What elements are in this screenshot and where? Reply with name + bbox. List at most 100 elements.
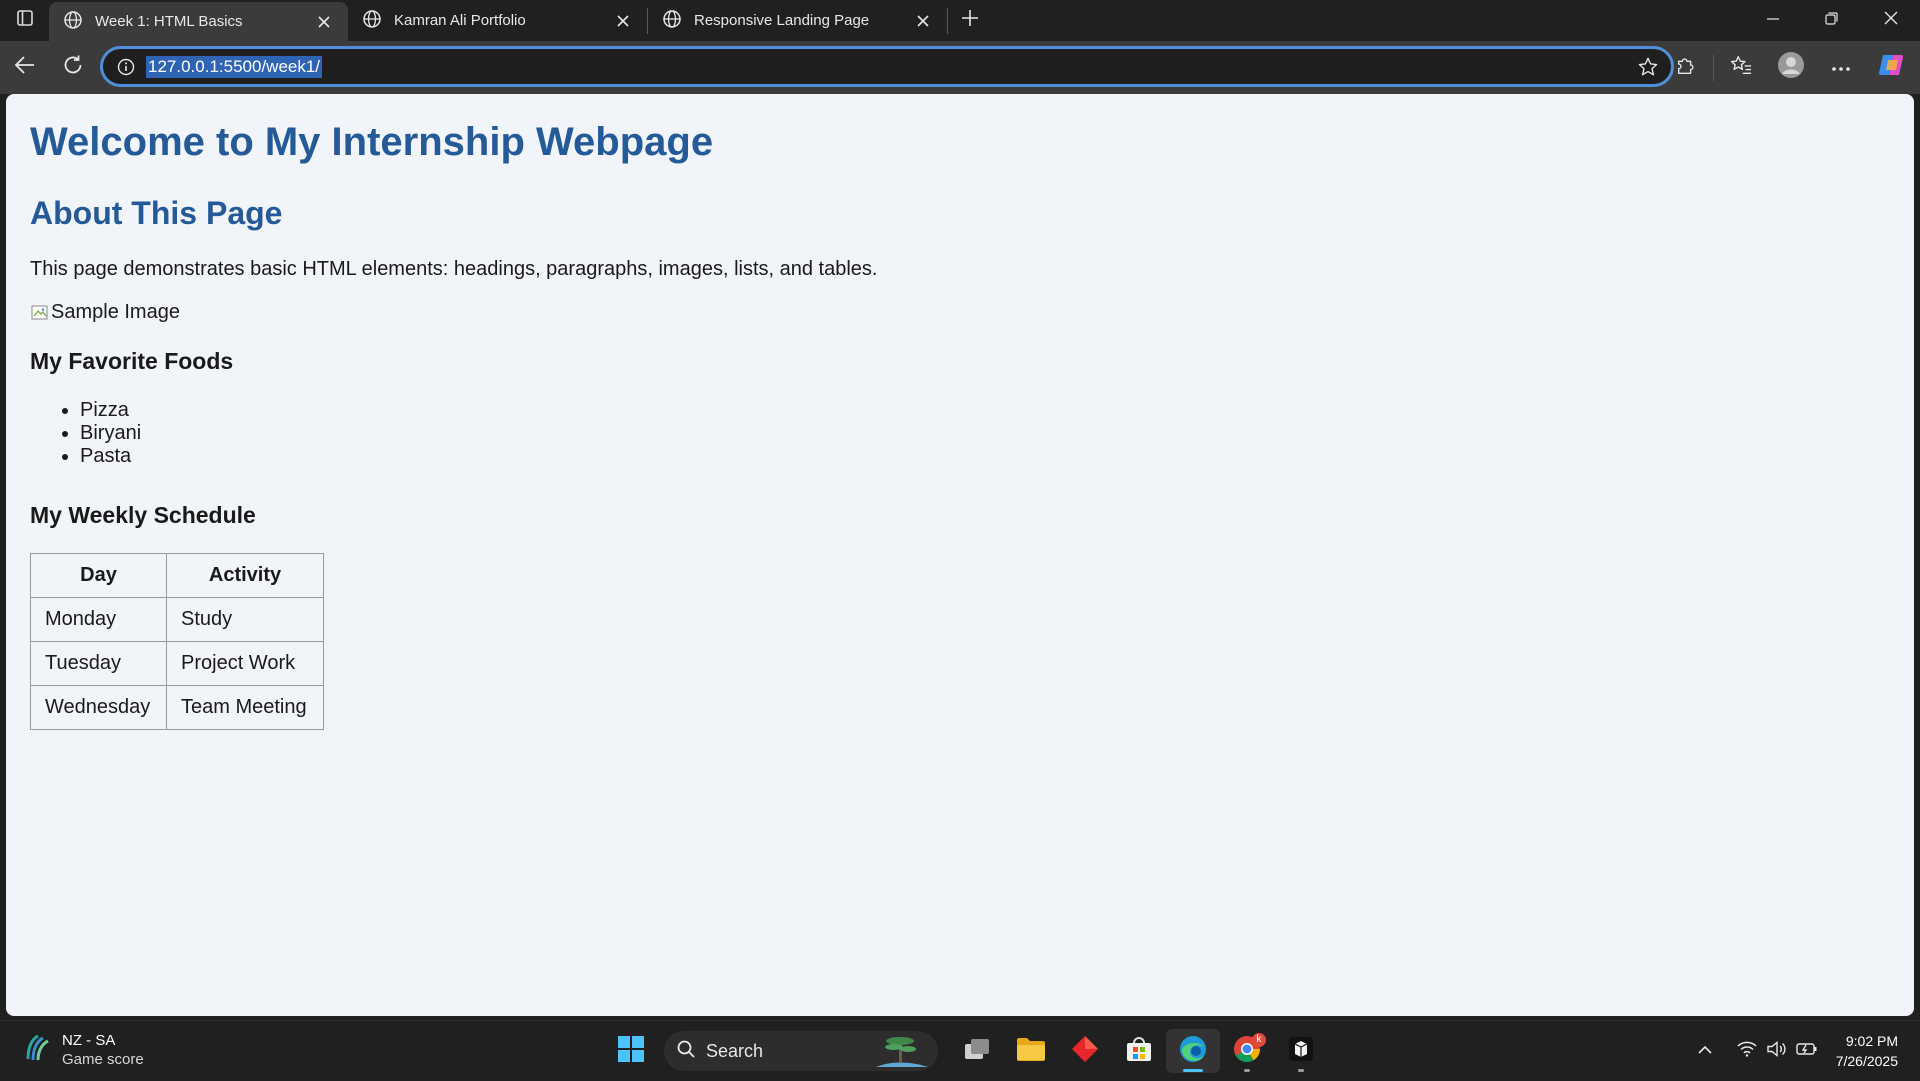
store-bag-icon bbox=[1125, 1035, 1153, 1068]
close-icon[interactable] bbox=[611, 9, 635, 33]
page-content: Welcome to My Internship Webpage About T… bbox=[6, 94, 1914, 754]
tab-title: Kamran Ali Portfolio bbox=[394, 12, 526, 29]
column-header-day: Day bbox=[30, 553, 167, 598]
widget-subtitle: Game score bbox=[62, 1051, 144, 1068]
chevron-up-icon bbox=[1698, 1042, 1712, 1060]
running-app-indicator bbox=[1244, 1069, 1250, 1072]
search-highlight-icon bbox=[872, 1033, 930, 1071]
new-tab-button[interactable] bbox=[948, 0, 992, 41]
globe-icon bbox=[362, 9, 382, 33]
avatar bbox=[1777, 51, 1805, 84]
file-explorer-button[interactable] bbox=[1004, 1029, 1058, 1073]
cube-app-icon bbox=[1288, 1036, 1314, 1067]
clock[interactable]: 9:02 PM 7/26/2025 bbox=[1836, 1031, 1898, 1071]
wifi-button[interactable] bbox=[1732, 1031, 1762, 1071]
foods-heading: My Favorite Foods bbox=[30, 348, 234, 374]
table-row: Monday Study bbox=[30, 597, 324, 642]
show-hidden-icons-button[interactable] bbox=[1690, 1031, 1720, 1071]
image-alt-text: Sample Image bbox=[51, 301, 180, 323]
list-item: Pasta bbox=[80, 445, 1890, 468]
tab-actions-button[interactable] bbox=[0, 0, 49, 41]
table-header-row: Day Activity bbox=[30, 553, 324, 598]
app-red-diamond-button[interactable] bbox=[1058, 1029, 1112, 1073]
close-icon bbox=[1884, 11, 1898, 30]
active-app-indicator bbox=[1183, 1069, 1203, 1072]
about-heading: About This Page bbox=[30, 195, 283, 231]
extensions-button[interactable] bbox=[1661, 46, 1711, 90]
toolbar-divider bbox=[1713, 54, 1714, 81]
site-info-icon[interactable] bbox=[107, 58, 145, 76]
start-button[interactable] bbox=[604, 1029, 658, 1073]
about-paragraph: This page demonstrates basic HTML elemen… bbox=[30, 258, 878, 280]
tab-strip: Week 1: HTML Basics Kamran Ali Portfolio… bbox=[0, 0, 1920, 41]
tab-title: Week 1: HTML Basics bbox=[95, 13, 243, 30]
puzzle-icon bbox=[1675, 54, 1697, 81]
widget-title: NZ - SA bbox=[62, 1032, 116, 1049]
globe-icon bbox=[662, 9, 682, 33]
chrome-button[interactable]: k bbox=[1220, 1029, 1274, 1073]
copilot-icon bbox=[1877, 51, 1905, 84]
favorite-star-icon[interactable] bbox=[1637, 56, 1659, 78]
wifi-icon bbox=[1737, 1041, 1757, 1062]
copilot-button[interactable] bbox=[1866, 46, 1916, 90]
close-icon[interactable] bbox=[312, 10, 336, 34]
search-icon bbox=[676, 1039, 696, 1064]
tab-actions-icon bbox=[16, 9, 34, 32]
taskbar-apps: Search k bbox=[604, 1029, 1328, 1073]
back-arrow-icon bbox=[14, 54, 36, 81]
red-diamond-icon bbox=[1071, 1035, 1099, 1068]
more-dots-icon bbox=[1831, 59, 1851, 77]
vscode-app-button[interactable] bbox=[1274, 1029, 1328, 1073]
toolbar-actions bbox=[1661, 41, 1920, 94]
table-cell: Team Meeting bbox=[166, 685, 324, 730]
table-cell: Monday bbox=[30, 597, 167, 642]
battery-button[interactable] bbox=[1792, 1031, 1822, 1071]
tab-title: Responsive Landing Page bbox=[694, 12, 870, 29]
edge-browser-button[interactable] bbox=[1166, 1029, 1220, 1073]
settings-more-button[interactable] bbox=[1816, 46, 1866, 90]
running-app-indicator bbox=[1298, 1069, 1304, 1072]
speaker-icon bbox=[1767, 1040, 1787, 1062]
windows-logo-icon bbox=[617, 1035, 645, 1068]
close-icon[interactable] bbox=[911, 9, 935, 33]
table-cell: Project Work bbox=[166, 641, 324, 686]
volume-button[interactable] bbox=[1762, 1031, 1792, 1071]
table-cell: Study bbox=[166, 597, 324, 642]
url-text[interactable]: 127.0.0.1:5500/week1/ bbox=[146, 55, 323, 78]
task-view-icon bbox=[963, 1037, 991, 1066]
list-item: Biryani bbox=[80, 422, 1890, 445]
page-viewport[interactable]: Welcome to My Internship Webpage About T… bbox=[6, 94, 1914, 1016]
sample-image: Sample Image bbox=[30, 301, 1890, 324]
minimize-button[interactable] bbox=[1743, 0, 1802, 41]
table-cell: Wednesday bbox=[30, 685, 167, 730]
cricket-icon bbox=[22, 1033, 52, 1068]
table-row: Wednesday Team Meeting bbox=[30, 685, 324, 730]
column-header-activity: Activity bbox=[166, 553, 324, 598]
restore-button[interactable] bbox=[1802, 0, 1861, 41]
store-button[interactable] bbox=[1112, 1029, 1166, 1073]
minimize-icon bbox=[1766, 12, 1779, 30]
refresh-icon bbox=[62, 54, 84, 81]
refresh-button[interactable] bbox=[50, 48, 96, 88]
page-title: Welcome to My Internship Webpage bbox=[30, 120, 714, 164]
tab-week1[interactable]: Week 1: HTML Basics bbox=[49, 2, 348, 41]
address-bar[interactable]: 127.0.0.1:5500/week1/ bbox=[100, 46, 1674, 87]
tab-portfolio[interactable]: Kamran Ali Portfolio bbox=[348, 0, 647, 41]
tab-landing-page[interactable]: Responsive Landing Page bbox=[648, 0, 947, 41]
task-view-button[interactable] bbox=[950, 1029, 1004, 1073]
profile-button[interactable] bbox=[1766, 46, 1816, 90]
list-item: Pizza bbox=[80, 399, 1890, 422]
favorites-button[interactable] bbox=[1716, 46, 1766, 90]
back-button[interactable] bbox=[2, 48, 48, 88]
weather-score-widget[interactable]: NZ - SA Game score bbox=[22, 1031, 144, 1069]
taskbar: NZ - SA Game score Search k 9:02 PM 7/26… bbox=[0, 1020, 1920, 1080]
window-controls bbox=[1743, 0, 1920, 41]
plus-icon bbox=[961, 9, 979, 32]
system-tray: 9:02 PM 7/26/2025 bbox=[1690, 1021, 1920, 1081]
close-window-button[interactable] bbox=[1861, 0, 1920, 41]
browser-toolbar: 127.0.0.1:5500/week1/ bbox=[0, 41, 1920, 94]
taskbar-search[interactable]: Search bbox=[664, 1031, 938, 1071]
edge-icon bbox=[1178, 1034, 1208, 1069]
schedule-heading: My Weekly Schedule bbox=[30, 502, 256, 528]
favorites-list-icon bbox=[1729, 54, 1753, 81]
